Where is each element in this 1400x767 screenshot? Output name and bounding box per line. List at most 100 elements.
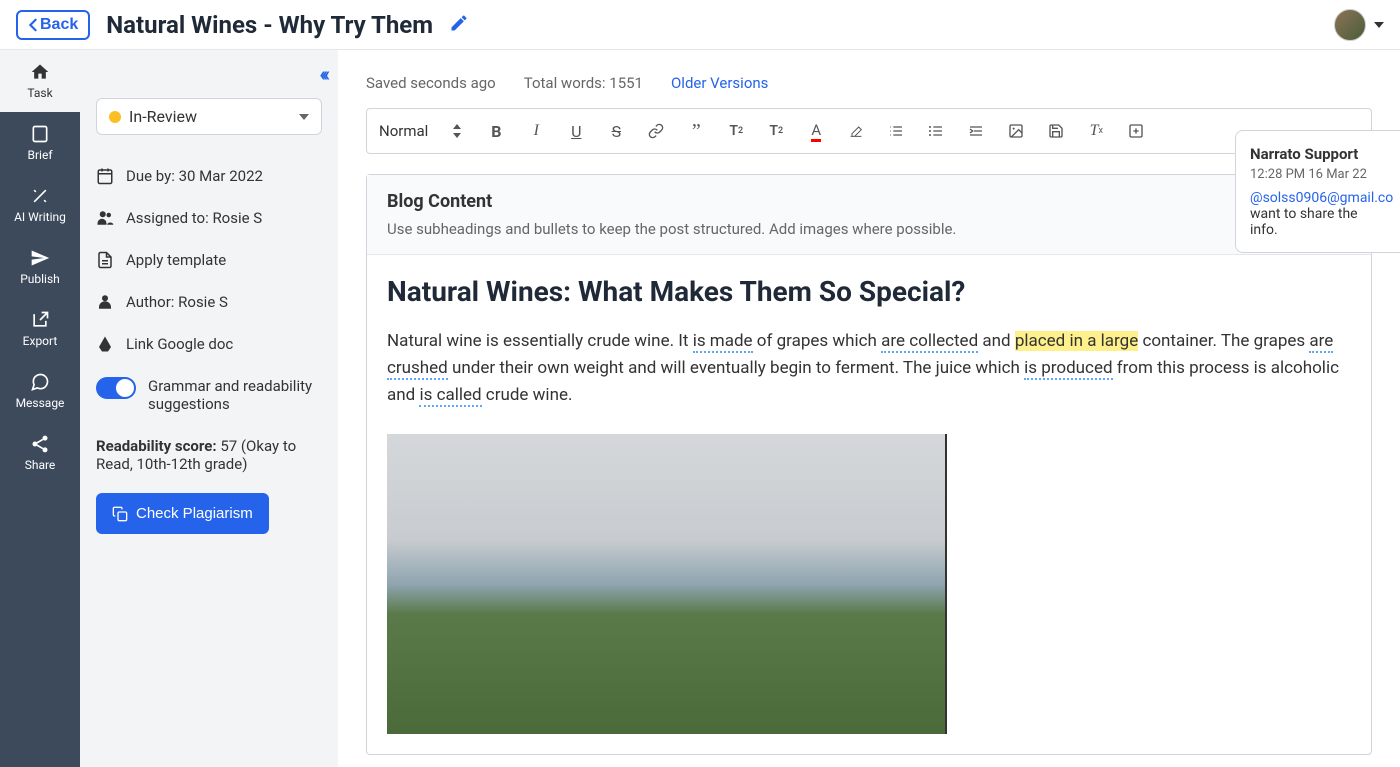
format-value: Normal [379, 122, 428, 140]
ordered-list-button[interactable] [878, 117, 914, 145]
author-value: Rosie S [178, 293, 228, 311]
link-google-doc-button[interactable]: Link Google doc [96, 323, 322, 365]
content-header: Blog Content Use subheadings and bullets… [367, 175, 1371, 255]
assigned-value: Rosie S [212, 209, 262, 227]
grammar-mark[interactable]: is produced [1024, 358, 1112, 380]
due-date: Due by: 30 Mar 2022 [96, 155, 322, 197]
indent-icon [968, 123, 984, 139]
readability-label: Readability score: [96, 437, 220, 455]
quote-button[interactable]: ” [678, 117, 714, 145]
grammar-mark[interactable]: are collected [881, 331, 978, 353]
collapse-sidebar-button[interactable]: ‹‹‹ [319, 62, 326, 86]
format-dropdown[interactable]: Normal [379, 122, 474, 140]
bold-button[interactable]: B [478, 117, 514, 145]
ordered-list-icon [888, 123, 904, 139]
brief-icon [30, 124, 50, 144]
strikethrough-button[interactable]: S [598, 117, 634, 145]
underline-button[interactable]: U [558, 117, 594, 145]
article-paragraph: Natural wine is essentially crude wine. … [387, 328, 1351, 410]
share-icon [30, 434, 50, 454]
clear-format-button[interactable]: Tx [1078, 117, 1114, 145]
edit-icon [449, 13, 469, 33]
edit-title-button[interactable] [449, 13, 469, 37]
calendar-icon [96, 167, 114, 185]
status-select[interactable]: In-Review [96, 98, 322, 135]
top-header: Back Natural Wines - Why Try Them [0, 0, 1400, 50]
header-left: Back Natural Wines - Why Try Them [16, 10, 469, 40]
check-plagiarism-button[interactable]: Check Plagiarism [96, 493, 269, 534]
home-icon [30, 62, 50, 82]
link-button[interactable] [638, 117, 674, 145]
grammar-toggle[interactable] [96, 377, 136, 399]
grammar-mark[interactable]: is called [419, 385, 481, 407]
link-icon [648, 123, 664, 139]
readability-score: Readability score: 57 (Okay to Read, 10t… [96, 425, 322, 485]
nav-export[interactable]: Export [0, 298, 80, 360]
back-button[interactable]: Back [16, 10, 90, 40]
export-icon [30, 310, 50, 330]
highlight-icon [848, 123, 864, 139]
nav-message[interactable]: Message [0, 360, 80, 422]
nav-label: AI Writing [14, 210, 66, 224]
nav-publish[interactable]: Publish [0, 236, 80, 298]
grammar-toggle-row: Grammar and readability suggestions [96, 365, 322, 425]
back-label: Back [40, 16, 78, 34]
page-title: Natural Wines - Why Try Them [106, 11, 433, 39]
save-button[interactable] [1038, 117, 1074, 145]
link-google-doc-label: Link Google doc [126, 335, 233, 353]
chevron-left-icon [28, 18, 38, 32]
article-heading: Natural Wines: What Makes Them So Specia… [387, 275, 1351, 308]
message-icon [30, 372, 50, 392]
highlight-mark[interactable]: placed in a large [1015, 331, 1138, 351]
grammar-mark[interactable]: is made [693, 331, 753, 353]
save-icon [1048, 123, 1064, 139]
comment-panel[interactable]: Narrato Support 12:28 PM 16 Mar 22 @sols… [1235, 130, 1400, 253]
image-icon [1008, 123, 1024, 139]
due-label: Due by: [126, 167, 179, 185]
nav-share[interactable]: Share [0, 422, 80, 484]
author-label: Author: [126, 293, 178, 311]
status-dot-icon [109, 111, 121, 123]
nav-task[interactable]: Task [0, 50, 80, 112]
italic-button[interactable]: I [518, 117, 554, 145]
image-button[interactable] [998, 117, 1034, 145]
assigned-to: Assigned to: Rosie S [96, 197, 322, 239]
status-bar: Saved seconds ago Total words: 1551 Olde… [366, 74, 1372, 92]
superscript-button[interactable]: T2 [758, 117, 794, 145]
article-image[interactable] [387, 434, 947, 734]
subscript-button[interactable]: T2 [718, 117, 754, 145]
add-block-button[interactable] [1118, 117, 1154, 145]
indent-button[interactable] [958, 117, 994, 145]
editor-toolbar: Normal B I U S ” T2 T2 A Tx [366, 108, 1372, 154]
unordered-list-icon [928, 123, 944, 139]
check-plagiarism-label: Check Plagiarism [136, 505, 253, 522]
older-versions-link[interactable]: Older Versions [671, 74, 768, 92]
main-content: Saved seconds ago Total words: 1551 Olde… [338, 50, 1400, 767]
highlight-button[interactable] [838, 117, 874, 145]
nav-rail: Task Brief AI Writing Publish Export Mes… [0, 50, 80, 767]
user-menu[interactable] [1334, 9, 1384, 41]
author: Author: Rosie S [96, 281, 322, 323]
nav-ai-writing[interactable]: AI Writing [0, 174, 80, 236]
avatar [1334, 9, 1366, 41]
template-icon [96, 251, 114, 269]
sort-icon [452, 124, 462, 138]
apply-template-button[interactable]: Apply template [96, 239, 322, 281]
content-card: Blog Content Use subheadings and bullets… [366, 174, 1372, 755]
content-section-subtitle: Use subheadings and bullets to keep the … [387, 220, 956, 238]
users-icon [96, 209, 114, 227]
editor-body[interactable]: Natural Wines: What Makes Them So Specia… [367, 255, 1371, 754]
copy-icon [112, 506, 128, 522]
text-color-button[interactable]: A [798, 117, 834, 145]
nav-brief[interactable]: Brief [0, 112, 80, 174]
total-words: Total words: 1551 [524, 74, 643, 92]
comment-time: 12:28 PM 16 Mar 22 [1250, 167, 1386, 182]
unordered-list-button[interactable] [918, 117, 954, 145]
send-icon [30, 248, 50, 268]
assigned-label: Assigned to: [126, 209, 212, 227]
apply-template-label: Apply template [126, 251, 226, 269]
sidebar: ‹‹‹ In-Review Due by: 30 Mar 2022 Assign… [80, 50, 338, 767]
nav-label: Brief [28, 148, 53, 162]
chevron-down-icon [299, 114, 309, 120]
grammar-toggle-label: Grammar and readability suggestions [148, 377, 322, 413]
